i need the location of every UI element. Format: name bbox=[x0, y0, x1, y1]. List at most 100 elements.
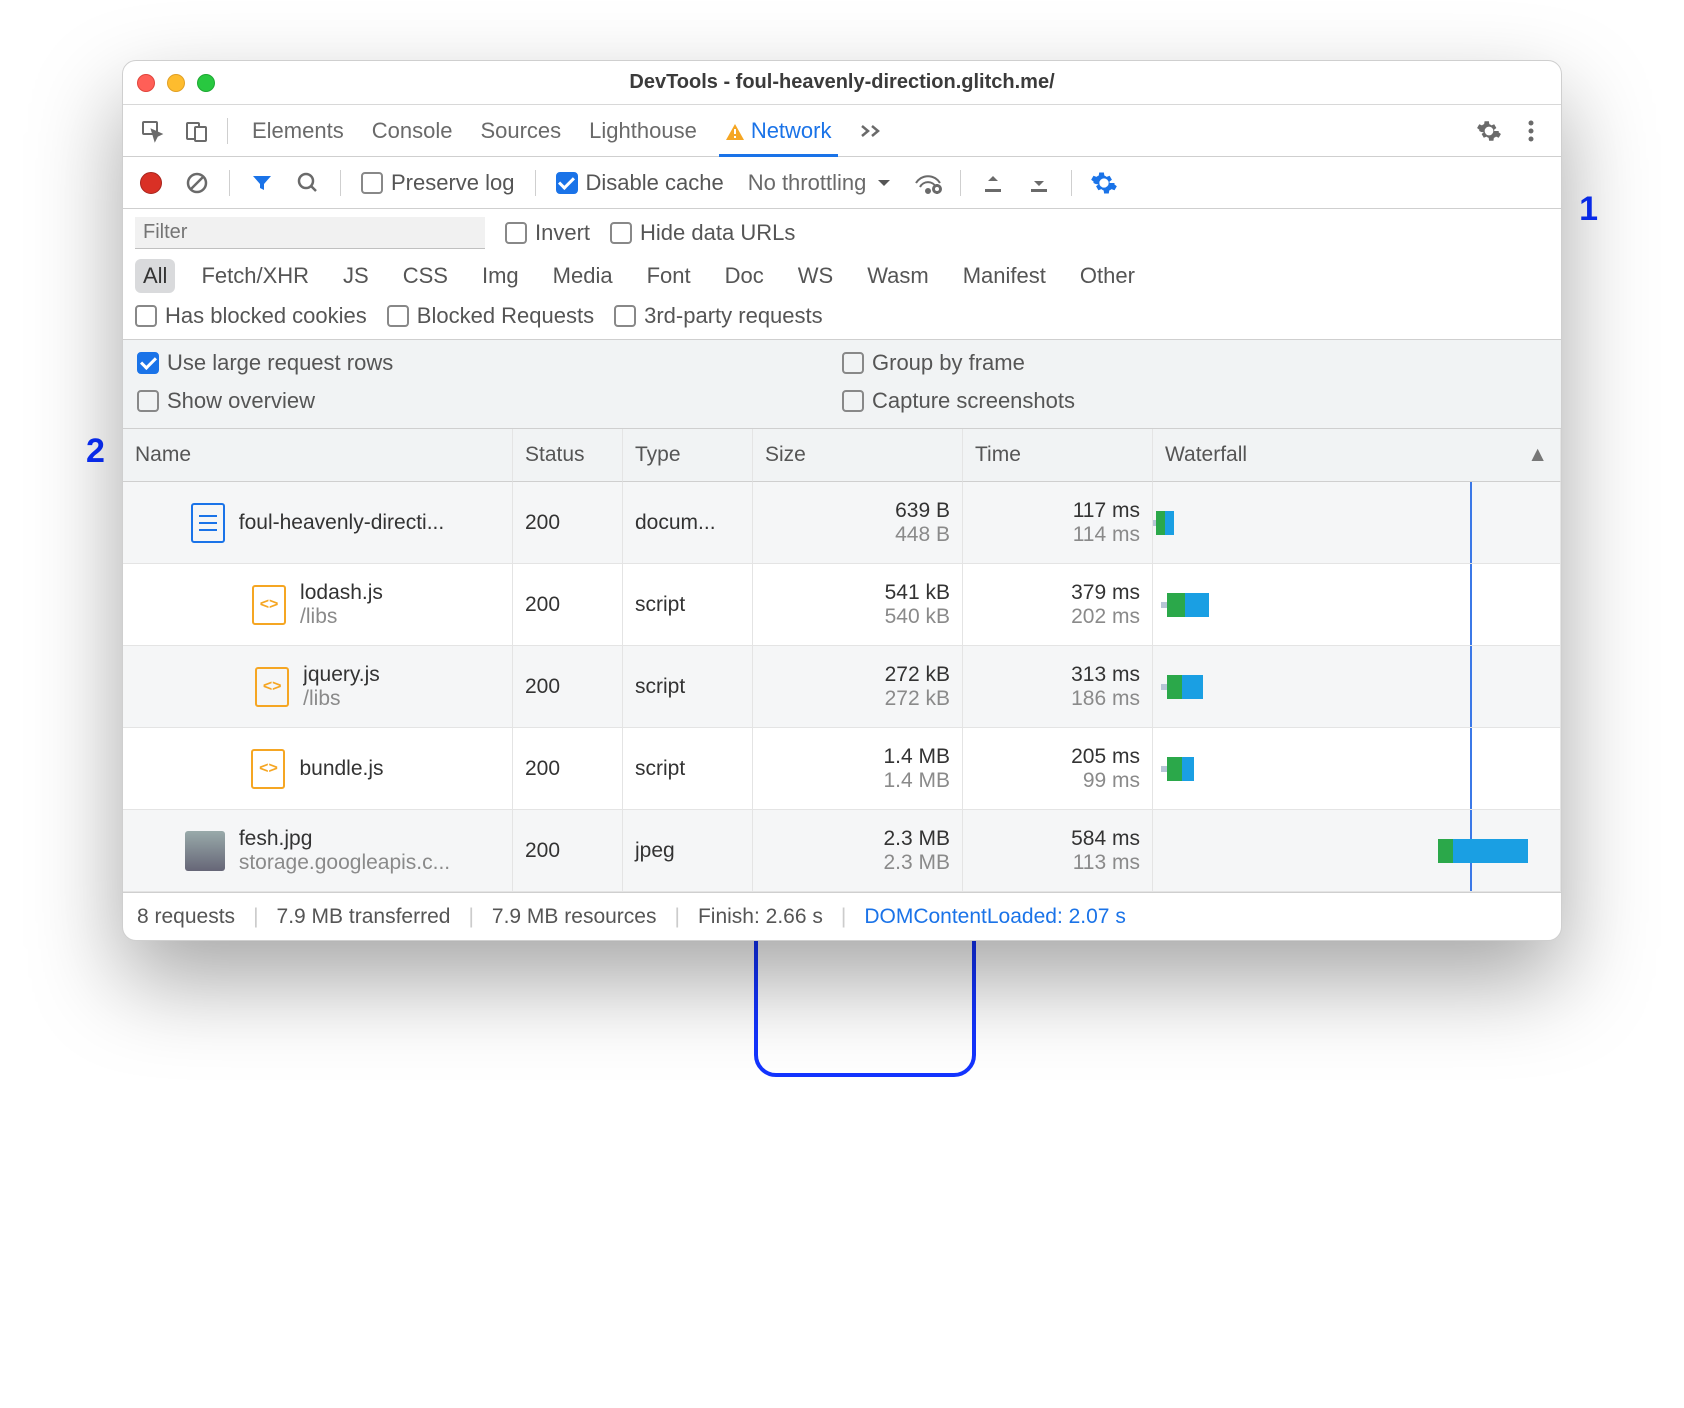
request-path: storage.googleapis.c... bbox=[239, 851, 450, 875]
disable-cache-checkbox[interactable]: Disable cache bbox=[548, 170, 732, 196]
column-header-type[interactable]: Type bbox=[623, 429, 753, 482]
filter-type-css[interactable]: CSS bbox=[395, 259, 456, 293]
filter-type-media[interactable]: Media bbox=[545, 259, 621, 293]
column-header-time[interactable]: Time bbox=[963, 429, 1153, 482]
request-name: foul-heavenly-directi... bbox=[239, 511, 444, 535]
cell-size: 541 kB540 kB bbox=[753, 564, 963, 646]
request-path: /libs bbox=[303, 687, 380, 711]
panel-tab-sources[interactable]: Sources bbox=[466, 106, 575, 156]
filter-type-doc[interactable]: Doc bbox=[717, 259, 772, 293]
search-icon[interactable] bbox=[288, 163, 328, 203]
import-har-icon[interactable] bbox=[973, 163, 1013, 203]
request-name: fesh.jpg bbox=[239, 827, 450, 851]
cell-size: 1.4 MB1.4 MB bbox=[753, 728, 963, 810]
device-toolbar-icon[interactable] bbox=[177, 111, 217, 151]
show-overview-checkbox[interactable]: Show overview bbox=[137, 388, 842, 414]
kebab-menu-icon[interactable] bbox=[1511, 111, 1551, 151]
record-button[interactable] bbox=[131, 163, 171, 203]
throttling-select[interactable]: No throttling bbox=[738, 170, 903, 196]
status-bar: 8 requests | 7.9 MB transferred | 7.9 MB… bbox=[123, 892, 1561, 940]
third-party-checkbox[interactable]: 3rd-party requests bbox=[614, 303, 823, 329]
status-requests: 8 requests bbox=[137, 905, 235, 929]
export-har-icon[interactable] bbox=[1019, 163, 1059, 203]
script-icon: <> bbox=[255, 667, 289, 707]
cell-waterfall bbox=[1153, 646, 1561, 728]
network-toolbar: Preserve log Disable cache No throttling bbox=[123, 157, 1561, 209]
filter-input[interactable] bbox=[135, 217, 485, 249]
filter-zone: Invert Hide data URLs All Fetch/XHR JS CSS I… bbox=[123, 209, 1561, 340]
preserve-log-checkbox[interactable]: Preserve log bbox=[353, 170, 523, 196]
cell-waterfall bbox=[1153, 728, 1561, 810]
panel-tab-bar: ElementsConsoleSourcesLighthouseNetwork bbox=[123, 105, 1561, 157]
network-request-table: Name Status Type Size Time Waterfall ▲ f… bbox=[123, 429, 1561, 892]
status-finish: Finish: 2.66 s bbox=[698, 905, 823, 929]
filter-type-manifest[interactable]: Manifest bbox=[955, 259, 1054, 293]
cell-status: 200 bbox=[513, 482, 623, 564]
network-conditions-icon[interactable] bbox=[908, 163, 948, 203]
request-name: lodash.js bbox=[300, 581, 383, 605]
status-transferred: 7.9 MB transferred bbox=[277, 905, 451, 929]
panel-tab-network[interactable]: Network bbox=[711, 106, 846, 156]
devtools-window: DevTools - foul-heavenly-direction.glitc… bbox=[122, 60, 1562, 941]
cell-time: 117 ms114 ms bbox=[963, 482, 1153, 564]
divider bbox=[1071, 170, 1072, 196]
annotation-1: 1 bbox=[1579, 190, 1598, 229]
cell-size: 272 kB272 kB bbox=[753, 646, 963, 728]
filter-type-all[interactable]: All bbox=[135, 259, 175, 293]
cell-time: 313 ms186 ms bbox=[963, 646, 1153, 728]
network-settings-pane: Use large request rows Group by frame Sh… bbox=[123, 340, 1561, 429]
blocked-requests-checkbox[interactable]: Blocked Requests bbox=[387, 303, 594, 329]
use-large-rows-checkbox[interactable]: Use large request rows bbox=[137, 350, 842, 376]
blocked-cookies-checkbox[interactable]: Has blocked cookies bbox=[135, 303, 367, 329]
panel-tab-console[interactable]: Console bbox=[358, 106, 467, 156]
request-name: jquery.js bbox=[303, 663, 380, 687]
cell-status: 200 bbox=[513, 564, 623, 646]
cell-status: 200 bbox=[513, 810, 623, 892]
column-header-waterfall[interactable]: Waterfall ▲ bbox=[1153, 429, 1561, 482]
column-header-size[interactable]: Size bbox=[753, 429, 963, 482]
cell-name: <> lodash.js /libs bbox=[123, 564, 513, 646]
divider bbox=[340, 170, 341, 196]
window-title: DevTools - foul-heavenly-direction.glitc… bbox=[123, 71, 1561, 94]
filter-type-ws[interactable]: WS bbox=[790, 259, 841, 293]
filter-type-fetchxhr[interactable]: Fetch/XHR bbox=[193, 259, 317, 293]
cell-waterfall bbox=[1153, 482, 1561, 564]
status-domcontentloaded: DOMContentLoaded: 2.07 s bbox=[864, 905, 1126, 929]
cell-status: 200 bbox=[513, 646, 623, 728]
clear-button[interactable] bbox=[177, 163, 217, 203]
divider bbox=[535, 170, 536, 196]
more-tabs-icon[interactable] bbox=[850, 122, 896, 140]
filter-type-js[interactable]: JS bbox=[335, 259, 377, 293]
capture-screenshots-checkbox[interactable]: Capture screenshots bbox=[842, 388, 1547, 414]
divider bbox=[960, 170, 961, 196]
annotation-2: 2 bbox=[86, 432, 105, 471]
filter-type-img[interactable]: Img bbox=[474, 259, 527, 293]
column-header-status[interactable]: Status bbox=[513, 429, 623, 482]
hide-data-urls-checkbox[interactable]: Hide data URLs bbox=[610, 220, 795, 246]
cell-type: script bbox=[623, 646, 753, 728]
cell-time: 205 ms99 ms bbox=[963, 728, 1153, 810]
panel-tab-lighthouse[interactable]: Lighthouse bbox=[575, 106, 711, 156]
filter-type-other[interactable]: Other bbox=[1072, 259, 1143, 293]
request-name: bundle.js bbox=[299, 757, 383, 781]
invert-checkbox[interactable]: Invert bbox=[505, 220, 590, 246]
cell-type: script bbox=[623, 564, 753, 646]
cell-waterfall bbox=[1153, 810, 1561, 892]
column-header-name[interactable]: Name bbox=[123, 429, 513, 482]
settings-gear-icon[interactable] bbox=[1469, 111, 1509, 151]
inspect-element-icon[interactable] bbox=[133, 111, 173, 151]
network-settings-gear-icon[interactable] bbox=[1084, 163, 1124, 203]
cell-type: jpeg bbox=[623, 810, 753, 892]
sort-indicator-icon: ▲ bbox=[1527, 443, 1548, 467]
filter-type-wasm[interactable]: Wasm bbox=[859, 259, 937, 293]
panel-tab-elements[interactable]: Elements bbox=[238, 106, 358, 156]
cell-name: <> jquery.js /libs bbox=[123, 646, 513, 728]
cell-size: 2.3 MB2.3 MB bbox=[753, 810, 963, 892]
filter-icon[interactable] bbox=[242, 163, 282, 203]
group-by-frame-checkbox[interactable]: Group by frame bbox=[842, 350, 1547, 376]
cell-name: foul-heavenly-directi... bbox=[123, 482, 513, 564]
cell-size: 639 B448 B bbox=[753, 482, 963, 564]
cell-type: docum... bbox=[623, 482, 753, 564]
document-icon bbox=[191, 503, 225, 543]
filter-type-font[interactable]: Font bbox=[639, 259, 699, 293]
